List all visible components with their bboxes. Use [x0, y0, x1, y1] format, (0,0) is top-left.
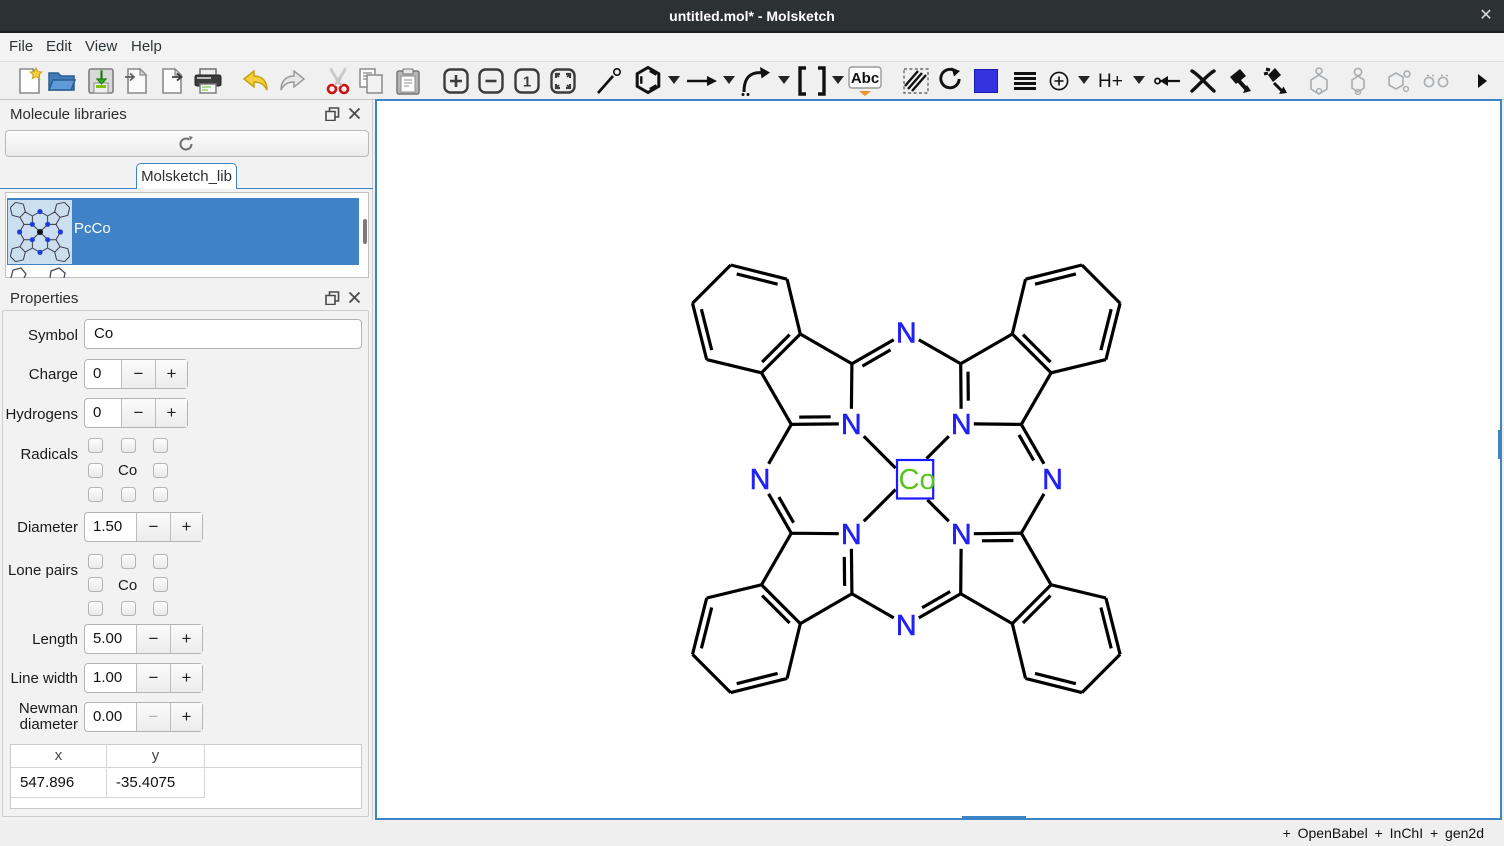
svg-text:N: N [951, 409, 972, 441]
svg-text:N: N [841, 409, 862, 441]
svg-text:N: N [896, 318, 917, 350]
svg-text:1: 1 [523, 74, 531, 91]
svg-text:N: N [896, 610, 917, 642]
svg-text:Abc: Abc [851, 70, 879, 87]
svg-text:H+: H+ [1098, 71, 1123, 91]
svg-text:N: N [1042, 464, 1063, 496]
svg-text:N: N [841, 519, 862, 551]
svg-text:N: N [951, 519, 972, 551]
svg-text:N: N [750, 464, 771, 496]
svg-text:Co: Co [899, 464, 936, 496]
